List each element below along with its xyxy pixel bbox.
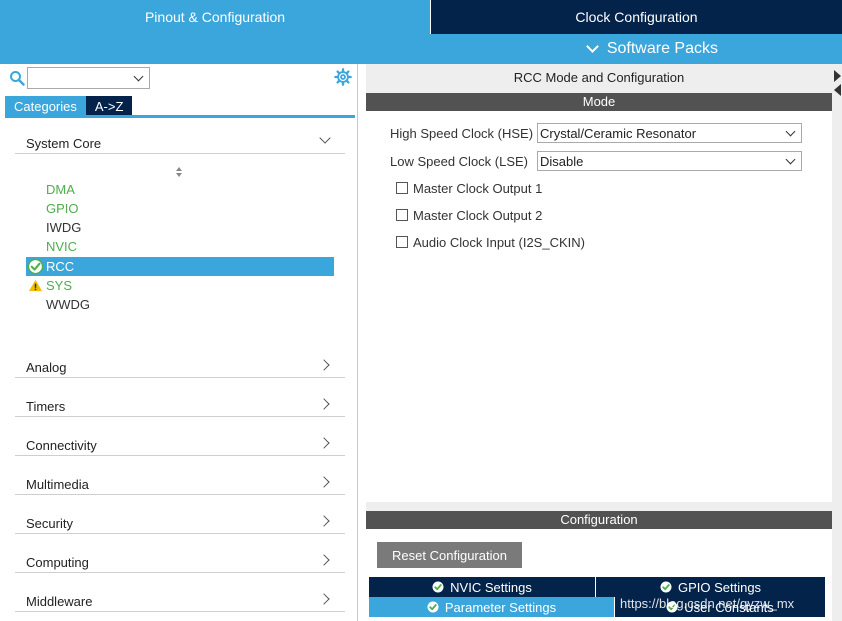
chevron-down-icon [133, 71, 144, 82]
category-label: Connectivity [26, 438, 97, 453]
left-panel: Categories A->Z System Core DMA GPIO IWD… [0, 64, 358, 621]
checkbox-label: Audio Clock Input (I2S_CKIN) [413, 235, 585, 250]
tab-gpio-settings[interactable]: GPIO Settings [596, 577, 825, 597]
category-timers[interactable]: Timers [15, 393, 345, 417]
category-label: Computing [26, 555, 89, 570]
category-middleware[interactable]: Middleware [15, 588, 345, 612]
search-input[interactable] [27, 67, 150, 89]
right-collapse-strip [832, 64, 842, 621]
mode-section: High Speed Clock (HSE) Crystal/Ceramic R… [366, 111, 832, 502]
tab-underline [5, 115, 355, 118]
category-connectivity[interactable]: Connectivity [15, 432, 345, 456]
collapse-arrow-icon[interactable] [832, 68, 842, 96]
chevron-down-icon [785, 126, 796, 137]
chevron-down-icon [585, 39, 599, 53]
check-circle-icon [427, 601, 439, 613]
checkbox-label: Master Clock Output 2 [413, 208, 543, 223]
category-multimedia[interactable]: Multimedia [15, 471, 345, 495]
peripheral-gpio[interactable]: GPIO [26, 199, 334, 218]
tab-label: Parameter Settings [444, 599, 557, 615]
checkbox-box[interactable] [396, 209, 408, 221]
tab-label: Pinout & Configuration [144, 9, 286, 25]
chevron-right-icon [318, 554, 330, 566]
category-analog[interactable]: Analog [15, 354, 345, 378]
reset-configuration-button[interactable]: Reset Configuration [377, 542, 522, 568]
peripheral-sys[interactable]: SYS [26, 276, 334, 295]
watermark: https://blog.csdn.net/qyzw_mx [620, 596, 795, 611]
tab-clock-configuration[interactable]: Clock Configuration [430, 0, 842, 34]
search-icon[interactable] [9, 70, 25, 86]
chevron-right-icon [318, 359, 330, 371]
checkbox-box[interactable] [396, 182, 408, 194]
tab-label: Clock Configuration [575, 9, 698, 25]
check-circle-icon [432, 581, 444, 593]
tab-label: GPIO Settings [677, 579, 762, 595]
checkbox-box[interactable] [396, 236, 408, 248]
software-packs-menu[interactable]: Software Packs [585, 34, 718, 64]
category-system-core[interactable]: System Core [15, 130, 345, 154]
tab-categories[interactable]: Categories [5, 96, 86, 116]
chevron-down-icon [785, 154, 796, 165]
lse-label: Low Speed Clock (LSE) [390, 154, 529, 169]
peripheral-label: GPIO [46, 201, 79, 216]
hse-select[interactable]: Crystal/Ceramic Resonator [537, 123, 802, 143]
lse-select[interactable]: Disable [537, 151, 802, 171]
category-label: Timers [26, 399, 66, 414]
panel-title: RCC Mode and Configuration [513, 70, 685, 85]
category-computing[interactable]: Computing [15, 549, 345, 573]
category-label: Security [26, 516, 73, 531]
peripheral-nvic[interactable]: NVIC [26, 237, 334, 256]
lse-value: Disable [540, 154, 584, 169]
category-label: Analog [26, 360, 67, 375]
tab-nvic-settings[interactable]: NVIC Settings [369, 577, 595, 597]
category-label: Middleware [26, 594, 93, 609]
hse-label: High Speed Clock (HSE) [390, 126, 534, 141]
peripheral-label: WWDG [46, 297, 91, 312]
peripheral-label: IWDG [46, 220, 82, 235]
mode-section-header: Mode [366, 93, 832, 111]
category-security[interactable]: Security [15, 510, 345, 534]
chevron-right-icon [318, 593, 330, 605]
right-panel: RCC Mode and Configuration Mode High Spe… [366, 64, 832, 621]
peripheral-label: DMA [46, 182, 75, 197]
peripheral-wwdg[interactable]: WWDG [26, 295, 334, 314]
check-circle-icon [27, 258, 44, 275]
button-label: Reset Configuration [392, 547, 507, 563]
peripheral-rcc[interactable]: RCC [26, 257, 334, 276]
chevron-right-icon [318, 515, 330, 527]
stm32cubemx-window: Pinout & Configuration Clock Configurati… [0, 0, 842, 621]
tab-pinout-configuration[interactable]: Pinout & Configuration [0, 0, 430, 34]
peripheral-label: NVIC [46, 239, 78, 254]
tab-label: Categories [14, 98, 77, 114]
software-packs-label: Software Packs [606, 40, 718, 57]
peripheral-iwdg[interactable]: IWDG [26, 218, 334, 237]
category-label: System Core [26, 136, 102, 151]
chevron-right-icon [318, 437, 330, 449]
category-tab-row: Categories A->Z [5, 96, 133, 116]
peripheral-label: RCC [46, 259, 75, 274]
warning-icon [28, 279, 43, 292]
checkbox-label: Master Clock Output 1 [413, 181, 543, 196]
gear-icon[interactable] [334, 68, 352, 86]
tab-label: A->Z [94, 98, 124, 114]
peripheral-dma[interactable]: DMA [26, 180, 334, 199]
check-circle-icon [660, 581, 672, 593]
chevron-down-icon [319, 132, 331, 144]
tab-a-to-z[interactable]: A->Z [85, 96, 133, 116]
tab-parameter-settings[interactable]: Parameter Settings [369, 597, 614, 617]
peripheral-label: SYS [46, 278, 73, 293]
sort-icon[interactable] [175, 166, 183, 178]
hse-value: Crystal/Ceramic Resonator [540, 126, 697, 141]
subheader-bar: Software Packs [0, 34, 842, 64]
chevron-right-icon [318, 398, 330, 410]
tab-label: NVIC Settings [450, 579, 532, 595]
chevron-right-icon [318, 476, 330, 488]
configuration-section-header: Configuration [366, 511, 832, 529]
category-label: Multimedia [26, 477, 89, 492]
